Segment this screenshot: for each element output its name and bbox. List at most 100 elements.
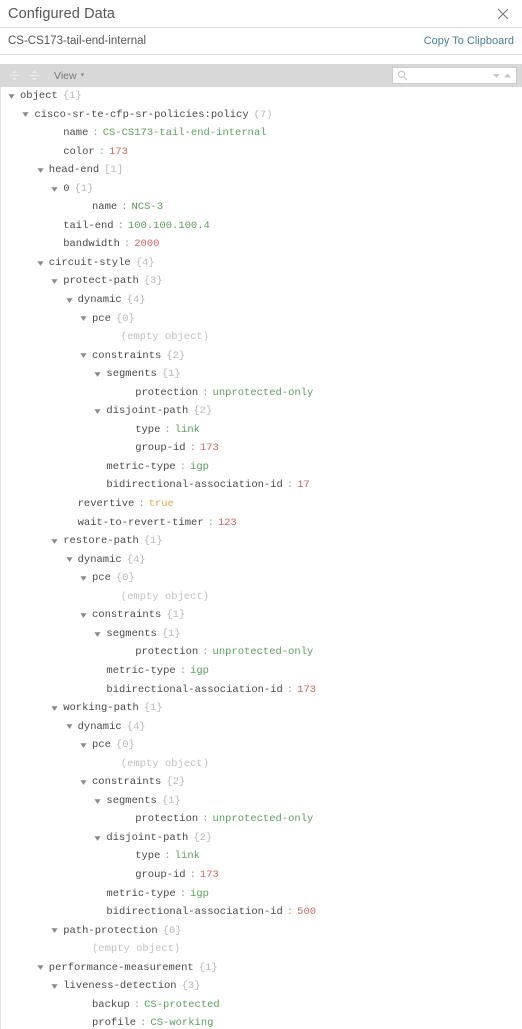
tree-row[interactable]: wait-to-revert-timer:123 [1, 514, 522, 533]
find-previous-icon[interactable] [503, 67, 512, 85]
tree-child-count: {1} [161, 627, 181, 640]
tree-row[interactable]: working-path {1} [1, 699, 522, 718]
copy-to-clipboard-button[interactable]: Copy To Clipboard [424, 35, 514, 47]
expand-toggle-icon[interactable] [79, 774, 88, 792]
tree-row[interactable]: metric-type: igp [1, 662, 522, 681]
tree-row[interactable]: group-id:173 [1, 866, 522, 885]
tree-key: path-protection [63, 924, 158, 937]
expand-toggle-icon[interactable] [65, 551, 74, 569]
tree-row[interactable]: type: link [1, 847, 522, 866]
tree-row[interactable]: (empty object) [1, 755, 522, 774]
expand-toggle-icon[interactable] [50, 699, 59, 717]
tree-row[interactable]: segments {1} [1, 792, 522, 811]
collapse-all-icon[interactable] [26, 67, 43, 84]
tree-row[interactable]: profile: CS-working [1, 1014, 522, 1029]
tree-row[interactable]: segments {1} [1, 365, 522, 384]
tree-row[interactable]: tail-end:100.100.100.4 [1, 217, 522, 236]
tree-row[interactable]: bidirectional-association-id:500 [1, 903, 522, 922]
expand-toggle-icon[interactable] [79, 607, 88, 625]
tree-key: pce [92, 312, 111, 325]
tree-row[interactable]: type: link [1, 421, 522, 440]
tree-key: segments [106, 368, 157, 381]
tree-row[interactable]: constraints {1} [1, 606, 522, 625]
expand-toggle-icon[interactable] [7, 87, 16, 105]
expand-toggle-icon[interactable] [50, 273, 59, 291]
expand-toggle-icon[interactable] [36, 959, 45, 977]
tree-row[interactable]: constraints {2} [1, 773, 522, 792]
tree-row[interactable]: metric-type: igp [1, 458, 522, 477]
expand-toggle-icon[interactable] [50, 180, 59, 198]
tree-row[interactable]: name: NCS-3 [1, 198, 522, 217]
expand-toggle-icon[interactable] [79, 736, 88, 754]
tree-key: segments [106, 794, 157, 807]
tree-value: igp [190, 887, 209, 900]
tree-row[interactable]: dynamic {4} [1, 718, 522, 737]
tree-row[interactable]: color:173 [1, 143, 522, 162]
tree-row[interactable]: pce {0} [1, 569, 522, 588]
tree-row[interactable]: protect-path {3} [1, 272, 522, 291]
tree-row[interactable]: segments {1} [1, 625, 522, 644]
tree-row[interactable]: dynamic {4} [1, 551, 522, 570]
tree-row[interactable]: path-protection {0} [1, 922, 522, 941]
tree-search-box[interactable] [392, 67, 517, 84]
tree-row[interactable]: pce {0} [1, 310, 522, 329]
tree-row[interactable]: revertive: true [1, 495, 522, 514]
tree-row[interactable]: disjoint-path {2} [1, 402, 522, 421]
expand-toggle-icon[interactable] [93, 365, 102, 383]
tree-key: bidirectional-association-id [106, 906, 283, 919]
expand-all-icon[interactable] [6, 67, 23, 84]
tree-key: object [20, 90, 58, 102]
tree-row[interactable]: head-end [1] [1, 161, 522, 180]
tree-row[interactable]: disjoint-path {2} [1, 829, 522, 848]
expand-toggle-icon[interactable] [79, 310, 88, 328]
tree-row[interactable]: name: CS-CS173-tail-end-internal [1, 124, 522, 143]
expand-toggle-icon[interactable] [93, 829, 102, 847]
tree-row[interactable]: 0 {1} [1, 180, 522, 199]
tree-row[interactable]: performance-measurement {1} [1, 959, 522, 978]
expand-toggle-icon[interactable] [65, 718, 74, 736]
tree-row[interactable]: protection: unprotected-only [1, 643, 522, 662]
expand-toggle-icon[interactable] [50, 978, 59, 996]
tree-row[interactable]: (empty object) [1, 588, 522, 607]
tree-row[interactable]: constraints {2} [1, 347, 522, 366]
expand-toggle-icon[interactable] [50, 532, 59, 550]
json-tree[interactable]: object {1} cisco-sr-te-cfp-sr-policies:pol… [0, 87, 522, 1029]
tree-key: pce [92, 572, 111, 585]
expand-toggle-icon[interactable] [50, 922, 59, 940]
view-menu-button[interactable]: View ▾ [54, 70, 84, 82]
expand-toggle-icon[interactable] [93, 792, 102, 810]
tree-row[interactable]: object {1} [1, 87, 522, 106]
tree-key: dynamic [77, 553, 122, 566]
tree-row[interactable]: pce {0} [1, 736, 522, 755]
expand-toggle-icon[interactable] [21, 106, 30, 124]
tree-row[interactable]: cisco-sr-te-cfp-sr-policies:policy (7) [1, 106, 522, 125]
tree-row[interactable]: bidirectional-association-id:17 [1, 476, 522, 495]
expand-toggle-icon[interactable] [79, 347, 88, 365]
expand-toggle-icon[interactable] [36, 254, 45, 272]
tree-row[interactable]: (empty object) [1, 940, 522, 959]
tree-row[interactable]: bandwidth:2000 [1, 235, 522, 254]
close-icon[interactable] [494, 5, 512, 23]
tree-row[interactable]: protection: unprotected-only [1, 810, 522, 829]
expand-toggle-icon[interactable] [65, 291, 74, 309]
tree-row[interactable]: dynamic {4} [1, 291, 522, 310]
tree-row[interactable]: metric-type: igp [1, 885, 522, 904]
search-input[interactable] [411, 70, 492, 81]
expand-toggle-icon[interactable] [79, 569, 88, 587]
tree-row[interactable]: (empty object) [1, 328, 522, 347]
expand-toggle-icon[interactable] [93, 403, 102, 421]
tree-row[interactable]: bidirectional-association-id:173 [1, 681, 522, 700]
tree-child-count: (7) [253, 108, 273, 121]
tree-colon: : [92, 127, 99, 140]
tree-row[interactable]: group-id:173 [1, 439, 522, 458]
find-next-icon[interactable] [492, 67, 501, 85]
expand-toggle-icon[interactable] [93, 625, 102, 643]
tree-row[interactable]: circuit-style {4} [1, 254, 522, 273]
tree-row[interactable]: backup: CS-protected [1, 996, 522, 1015]
tree-key: type [135, 423, 161, 436]
tree-row[interactable]: restore-path {1} [1, 532, 522, 551]
tree-key: backup [92, 998, 130, 1011]
tree-row[interactable]: liveness-detection {3} [1, 977, 522, 996]
expand-toggle-icon[interactable] [36, 161, 45, 179]
tree-row[interactable]: protection: unprotected-only [1, 384, 522, 403]
